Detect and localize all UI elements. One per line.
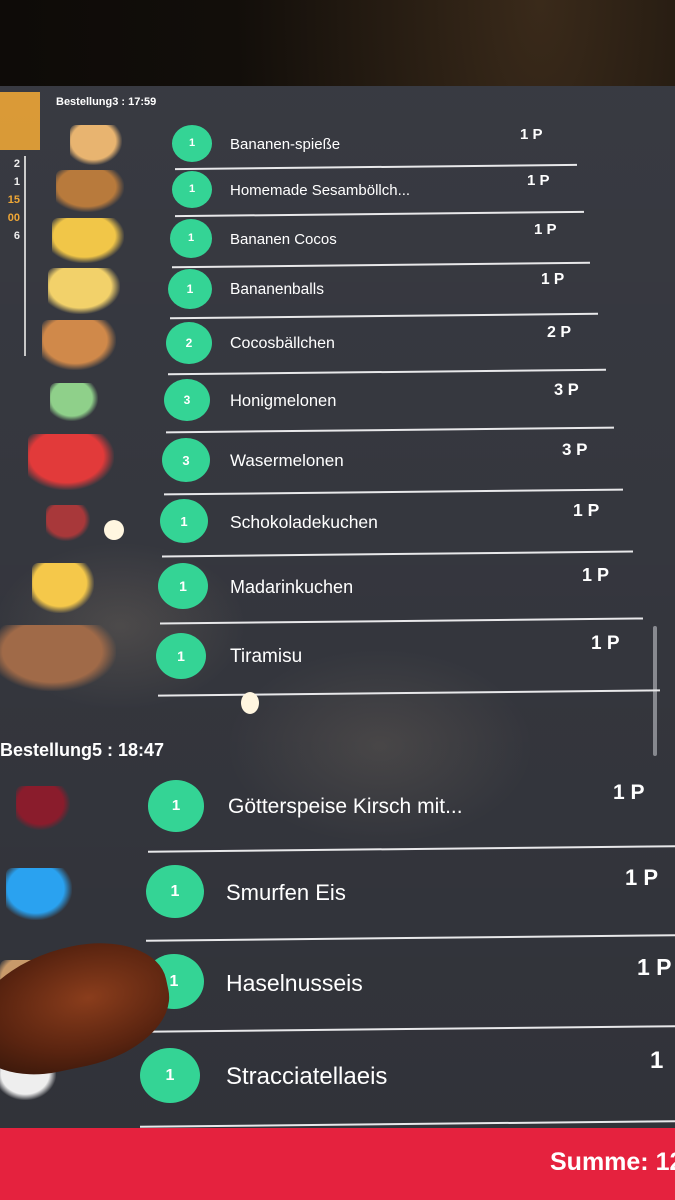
quantity-badge[interactable]: 1 xyxy=(172,125,212,162)
sidebar-accent xyxy=(0,92,40,150)
order-header: Bestellung5 : 18:47 xyxy=(0,740,165,760)
item-thumbnail xyxy=(50,382,98,422)
item-portion: 1 P xyxy=(520,125,543,143)
quantity-badge[interactable]: 3 xyxy=(164,379,210,422)
total-sum-label: Summe: 12 xyxy=(550,1148,675,1176)
item-name[interactable]: Bananen-spieße xyxy=(230,136,340,153)
quantity-badge[interactable]: 1 xyxy=(158,563,208,609)
item-name[interactable]: Stracciatellaeis xyxy=(226,1063,387,1091)
item-portion: 3 P xyxy=(554,380,579,399)
item-thumbnail xyxy=(56,170,124,212)
item-portion: 1 P xyxy=(613,780,645,804)
item-portion: 1 P xyxy=(591,633,620,655)
item-name[interactable]: Schokoladekuchen xyxy=(230,512,378,533)
item-thumbnail xyxy=(70,125,122,165)
item-portion: 2 P xyxy=(547,324,572,342)
quantity-badge[interactable]: 1 xyxy=(148,780,204,832)
quantity-badge[interactable]: 3 xyxy=(162,438,210,483)
sidebar-stat: 6 xyxy=(13,230,20,242)
item-portion: 1 P xyxy=(625,865,659,891)
sidebar-stat: 15 xyxy=(7,194,20,206)
quantity-badge[interactable]: 1 xyxy=(172,171,212,208)
item-portion: 1 P xyxy=(637,954,672,981)
item-thumbnail xyxy=(48,268,120,314)
item-portion: 1 P xyxy=(573,500,600,521)
item-name[interactable]: Smurfen Eis xyxy=(226,880,346,906)
item-portion: 1 P xyxy=(541,270,565,288)
quantity-badge[interactable]: 1 xyxy=(146,865,204,919)
quantity-badge[interactable]: 1 xyxy=(140,1048,200,1104)
light-reflection xyxy=(104,520,124,540)
sidebar-stats: 2 1 15 00 6 xyxy=(0,156,26,356)
item-portion: 1 xyxy=(650,1046,664,1074)
item-thumbnail xyxy=(0,625,116,691)
light-reflection xyxy=(241,692,259,714)
item-portion: 1 P xyxy=(527,171,550,189)
item-portion: 1 P xyxy=(582,564,610,585)
item-portion: 3 P xyxy=(562,439,588,459)
item-name[interactable]: Bananen Cocos xyxy=(230,231,337,248)
item-portion: 1 P xyxy=(534,220,557,238)
item-name[interactable]: Wasermelonen xyxy=(230,451,344,471)
item-thumbnail xyxy=(52,217,124,263)
item-thumbnail xyxy=(42,320,116,370)
item-name[interactable]: Tiramisu xyxy=(230,646,302,668)
sidebar-stat: 00 xyxy=(7,212,20,224)
quantity-badge[interactable]: 1 xyxy=(160,499,208,544)
item-thumbnail xyxy=(32,563,94,613)
item-thumbnail xyxy=(6,867,72,921)
item-name[interactable]: Bananenballs xyxy=(230,281,324,299)
item-name[interactable]: Götterspeise Kirsch mit... xyxy=(228,795,463,819)
item-name[interactable]: Honigmelonen xyxy=(230,392,336,411)
order-header: Bestellung3 : 17:59 xyxy=(56,96,157,108)
quantity-badge[interactable]: 2 xyxy=(166,322,212,365)
item-thumbnail xyxy=(28,434,114,490)
item-thumbnail xyxy=(16,786,70,830)
item-name[interactable]: Homemade Sesamböllch... xyxy=(230,182,410,199)
sidebar-stat: 2 xyxy=(13,158,20,170)
item-name[interactable]: Cocosbällchen xyxy=(230,335,335,353)
quantity-badge[interactable]: 1 xyxy=(156,633,206,679)
item-thumbnail xyxy=(46,505,90,541)
item-name[interactable]: Haselnusseis xyxy=(226,970,363,997)
sidebar-stat: 1 xyxy=(13,176,20,188)
item-name[interactable]: Madarinkuchen xyxy=(230,577,353,598)
quantity-badge[interactable]: 1 xyxy=(170,219,212,258)
